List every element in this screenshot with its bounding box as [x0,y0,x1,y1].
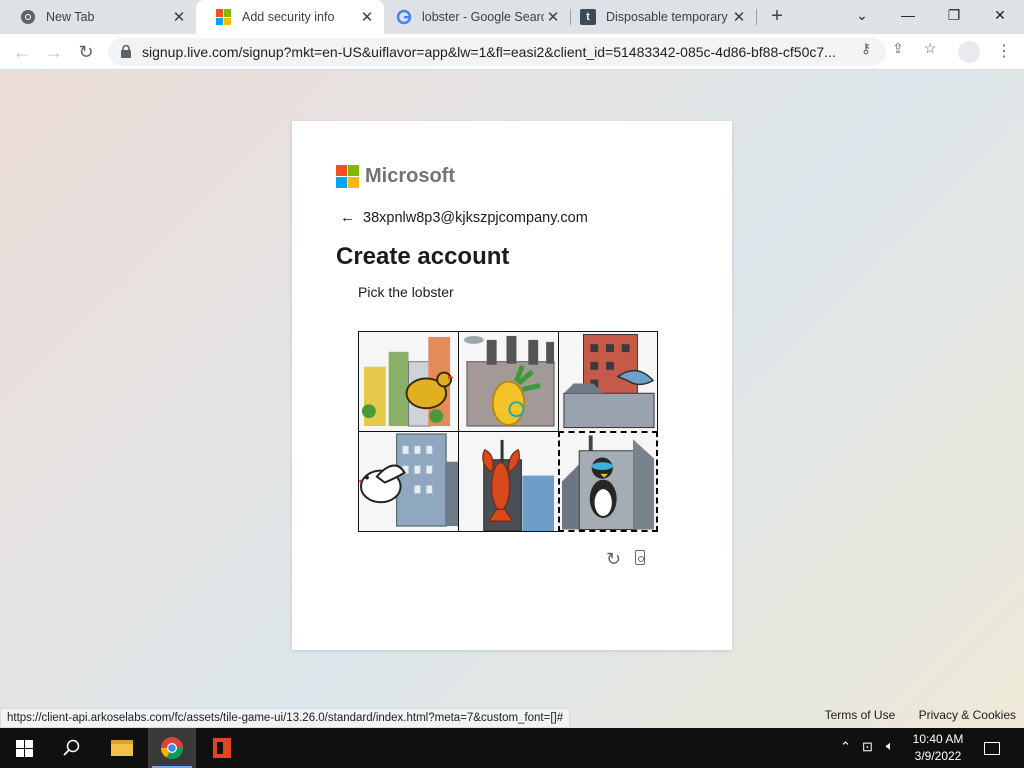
tab-add-security-info[interactable]: Add security info ✕ [196,0,384,34]
notifications-icon[interactable] [968,728,1016,768]
search-icon[interactable] [48,728,96,768]
pineapple-tile-image [463,335,555,427]
chrome-taskbar-icon[interactable] [148,728,196,768]
clock[interactable]: 10:40 AM 3/9/2022 [904,731,972,765]
page-title: Create account [336,243,510,270]
clock-time: 10:40 AM [912,732,964,746]
close-window-button[interactable]: ✕ [978,0,1022,30]
file-explorer-icon[interactable] [98,728,146,768]
tab-google-search[interactable]: lobster - Google Search ✕ [384,0,570,34]
minimize-button[interactable]: — [886,0,930,30]
tab-title: Disposable temporary [606,10,728,24]
microsoft-icon [216,9,232,25]
captcha-tile-dolphin[interactable] [558,331,658,432]
chrome-icon [21,10,35,24]
office-icon[interactable] [198,728,246,768]
restore-button[interactable]: ❐ [932,0,976,30]
identity-banner: ← 38xpnlw8p3@kjkszpjcompany.com [340,209,588,226]
bird-tile-image [359,433,458,527]
signup-card: Microsoft ← 38xpnlw8p3@kjkszpjcompany.co… [292,121,732,650]
close-tab-icon[interactable]: ✕ [730,8,748,26]
tab-title: lobster - Google Search [422,10,544,24]
chicken-tile-image [361,336,455,427]
microsoft-logo: Microsoft [336,165,455,188]
captcha-prompt: Pick the lobster [358,284,454,300]
captcha-tile-grid [358,331,658,532]
back-arrow-icon[interactable]: ← [340,209,355,226]
windows-taskbar: ⌃ ⊡ 🔈︎ 10:40 AM 3/9/2022 [0,728,1024,768]
status-bar-url: https://client-api.arkoselabs.com/fc/ass… [0,708,571,728]
brand-name: Microsoft [365,165,455,187]
captcha-tile-penguin[interactable] [558,431,658,532]
refresh-icon[interactable]: ↻ [606,549,621,570]
google-icon [396,9,412,25]
tab-title: New Tab [46,10,95,24]
tab-search-chevron-icon[interactable]: ⌄ [840,0,884,30]
close-tab-icon[interactable]: ✕ [170,8,188,26]
volume-icon[interactable]: 🔈︎ [886,738,894,754]
kebab-menu-icon[interactable]: ⋮ [996,41,1012,63]
dolphin-tile-image [563,333,655,429]
tab-new-tab[interactable]: New Tab ✕ [0,0,196,34]
page-content: Microsoft ← 38xpnlw8p3@kjkszpjcompany.co… [0,71,1024,728]
share-icon[interactable]: ⇪ [889,40,907,56]
clock-date: 3/9/2022 [914,749,962,763]
network-icon[interactable]: ⊡ [862,739,873,755]
penguin-tile-image [561,435,655,530]
new-tab-button[interactable]: + [766,5,788,27]
privacy-cookies-link[interactable]: Privacy & Cookies [919,708,1016,722]
captcha-tile-lobster[interactable] [458,431,559,532]
captcha-tile-chicken[interactable] [358,331,459,432]
terms-of-use-link[interactable]: Terms of Use [825,708,896,722]
tab-title: Add security info [242,10,335,24]
tab-disposable-temporary[interactable]: t Disposable temporary ✕ [570,0,756,34]
bookmark-star-icon[interactable]: ☆ [921,40,939,56]
page-footer: Terms of Use Privacy & Cookies [805,708,1016,722]
tab-strip: New Tab ✕ Add security info ✕ lobster - … [0,0,1024,34]
windows-start-icon[interactable] [0,728,48,768]
audio-speaker-icon[interactable] [635,550,645,565]
captcha-tile-pineapple[interactable] [458,331,559,432]
forward-arrow-icon[interactable]: → [42,40,66,64]
browser-toolbar: ← → ↻ signup.live.com/signup?mkt=en-US&u… [0,34,1024,70]
back-arrow-icon[interactable]: ← [10,40,34,64]
temp-mail-icon: t [580,9,596,25]
chevron-up-icon[interactable]: ⌃ [840,739,851,755]
key-icon[interactable]: ⚷ [857,40,875,56]
microsoft-logo-icon [336,165,359,188]
url-text[interactable]: signup.live.com/signup?mkt=en-US&uiflavo… [142,38,848,66]
profile-avatar-icon[interactable] [958,41,980,63]
address-bar[interactable]: signup.live.com/signup?mkt=en-US&uiflavo… [108,38,886,66]
lobster-tile-image [482,439,555,531]
lock-icon[interactable] [120,45,132,58]
close-tab-icon[interactable]: ✕ [544,8,562,26]
identity-email: 38xpnlw8p3@kjkszpjcompany.com [363,209,588,226]
reload-icon[interactable]: ↻ [74,40,98,64]
captcha-tile-bird[interactable] [358,431,459,532]
close-tab-icon[interactable]: ✕ [358,8,376,26]
